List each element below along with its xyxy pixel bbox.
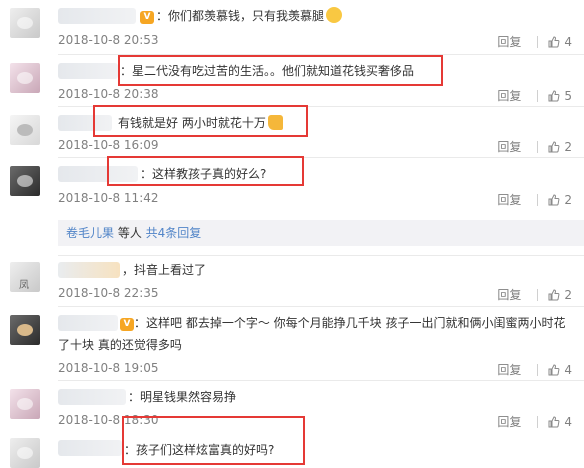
comment-time: 2018-10-8 22:35 xyxy=(58,286,159,300)
emoji-icon xyxy=(326,7,343,23)
comment-actions: 回复 4 xyxy=(497,361,572,378)
divider xyxy=(537,415,539,428)
like-count: 2 xyxy=(564,192,572,207)
comment-text-continued: 了十块 真的还觉得多吗 xyxy=(58,335,182,356)
divider xyxy=(537,363,539,376)
reply-user-link[interactable]: 卷毛儿果 xyxy=(66,226,114,240)
comment-text-content: 了十块 真的还觉得多吗 xyxy=(58,338,182,352)
divider xyxy=(537,140,539,153)
like-count: 2 xyxy=(564,139,572,154)
divider xyxy=(537,35,539,48)
divider xyxy=(537,193,539,206)
reply-button[interactable]: 回复 xyxy=(497,286,521,303)
comment-actions: 回复 2 xyxy=(497,138,572,155)
highlight-box xyxy=(118,55,443,86)
highlight-box xyxy=(107,156,304,186)
comment-text-content: ：明星钱果然容易挣 xyxy=(128,390,237,404)
comment-text-content: ：这样吧 都去掉一个字～ 你每个月能挣几千块 孩子一出门就和俩小闺蜜两小时花 xyxy=(134,316,566,330)
avatar[interactable] xyxy=(10,166,40,196)
highlight-box xyxy=(122,416,305,465)
comment-time: 2018-10-8 20:53 xyxy=(58,33,159,47)
comment-actions: 回复 2 xyxy=(497,286,572,303)
reply-button[interactable]: 回复 xyxy=(497,33,521,50)
like-count: 4 xyxy=(564,414,572,429)
username[interactable] xyxy=(58,315,118,331)
avatar[interactable] xyxy=(10,315,40,345)
avatar[interactable]: 凤 xyxy=(10,262,40,292)
avatar[interactable] xyxy=(10,438,40,468)
thumbs-up-icon[interactable] xyxy=(548,363,560,376)
divider xyxy=(58,380,584,381)
like-count: 4 xyxy=(564,362,572,377)
comment-text-content: ：你们都羡慕钱，只有我羡慕腿 xyxy=(156,9,325,23)
avatar[interactable] xyxy=(10,8,40,38)
divider xyxy=(58,306,584,307)
reply-button[interactable]: 回复 xyxy=(497,361,521,378)
vip-badge-icon: V xyxy=(120,318,134,331)
username[interactable] xyxy=(58,389,126,405)
comment-actions: 回复 4 xyxy=(497,33,572,50)
comment-text: ，抖音上看过了 xyxy=(122,260,206,281)
replies-summary[interactable]: 卷毛儿果 等人 共4条回复 xyxy=(58,220,584,246)
avatar-label: 凤 xyxy=(19,280,29,291)
vip-badge-icon: V xyxy=(140,11,154,24)
comment-actions: 回复 2 xyxy=(497,191,572,208)
comment-text: ：明星钱果然容易挣 xyxy=(128,387,236,408)
avatar[interactable] xyxy=(10,63,40,93)
like-count: 4 xyxy=(564,34,572,49)
thumbs-up-icon[interactable] xyxy=(548,35,560,48)
thumbs-up-icon[interactable] xyxy=(548,140,560,153)
comment-time: 2018-10-8 11:42 xyxy=(58,191,159,205)
comment-text: ：这样吧 都去掉一个字～ 你每个月能挣几千块 孩子一出门就和俩小闺蜜两小时花 xyxy=(134,313,565,334)
divider xyxy=(537,89,539,102)
reply-button[interactable]: 回复 xyxy=(497,138,521,155)
comment-time: 2018-10-8 19:05 xyxy=(58,361,159,375)
divider xyxy=(58,255,584,256)
thumbs-up-icon[interactable] xyxy=(548,89,560,102)
username[interactable] xyxy=(58,440,122,456)
avatar[interactable] xyxy=(10,389,40,419)
divider xyxy=(537,288,539,301)
reply-button[interactable]: 回复 xyxy=(497,87,521,104)
comment-actions: 回复 4 xyxy=(497,413,572,430)
comment-actions: 回复 5 xyxy=(497,87,572,104)
comment-time: 2018-10-8 16:09 xyxy=(58,138,159,152)
like-count: 2 xyxy=(564,287,572,302)
comment-text-content: ，抖音上看过了 xyxy=(122,263,207,277)
avatar[interactable] xyxy=(10,115,40,145)
like-count: 5 xyxy=(564,88,572,103)
thumbs-up-icon[interactable] xyxy=(548,193,560,206)
comment-time: 2018-10-8 20:38 xyxy=(58,87,159,101)
username[interactable] xyxy=(58,8,136,24)
thumbs-up-icon[interactable] xyxy=(548,415,560,428)
reply-button[interactable]: 回复 xyxy=(497,191,521,208)
thumbs-up-icon[interactable] xyxy=(548,288,560,301)
replies-summary-text: 等人 xyxy=(114,226,146,240)
username[interactable] xyxy=(58,63,118,79)
highlight-box xyxy=(93,105,308,137)
comment-text: ：你们都羡慕钱，只有我羡慕腿 xyxy=(156,6,343,27)
username[interactable] xyxy=(58,262,120,278)
reply-button[interactable]: 回复 xyxy=(497,413,521,430)
view-all-replies-link[interactable]: 共4条回复 xyxy=(146,226,202,240)
